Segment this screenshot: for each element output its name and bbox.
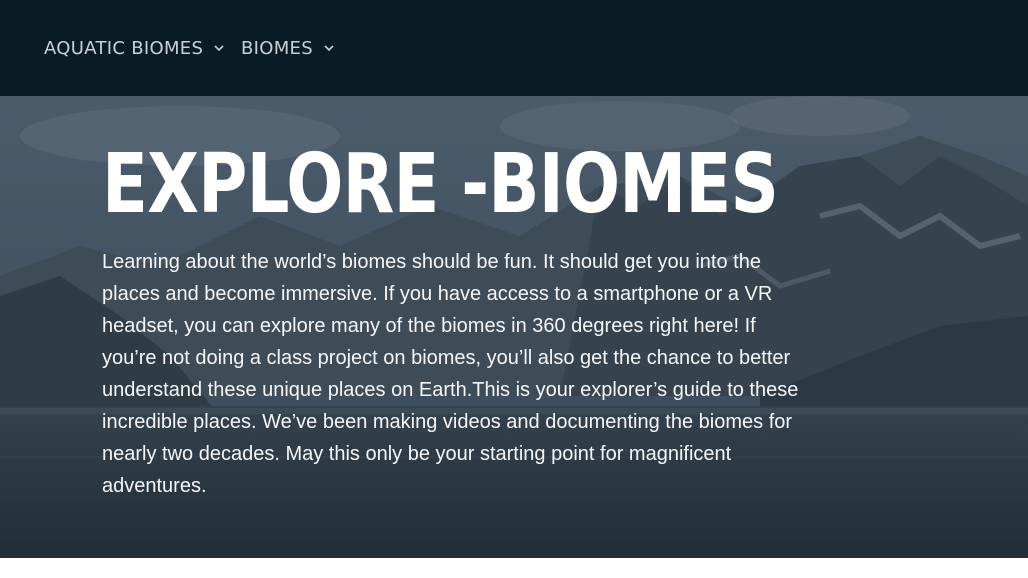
chevron-down-icon [324,45,334,52]
nav-item-biomes[interactable]: BIOMES [241,36,335,60]
page-content-start [0,558,1028,578]
hero-section: EXPLORE -BIOMES Learning about the world… [0,96,1028,558]
hero-description: Learning about the world’s biomes should… [102,251,799,497]
chevron-down-icon [214,45,224,52]
nav-item-aquatic-biomes[interactable]: AQUATIC BIOMES [44,36,225,60]
nav-item-label: AQUATIC BIOMES [44,37,204,59]
page-title: EXPLORE -BIOMES [102,137,779,232]
top-navbar: AQUATIC BIOMES BIOMES [0,0,1028,96]
nav-item-label: BIOMES [241,37,313,59]
